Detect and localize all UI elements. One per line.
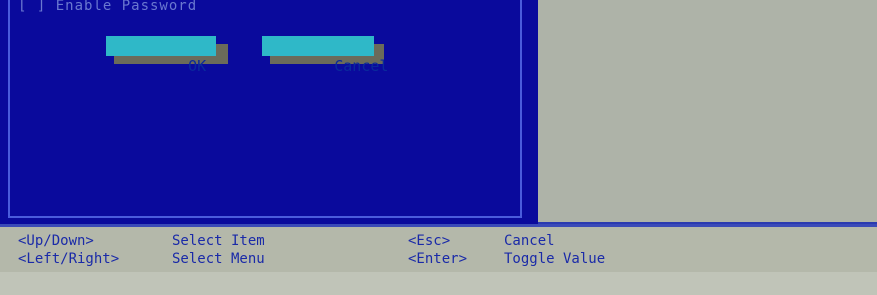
enable-password-checkbox[interactable]: [ ] Enable Password <box>18 0 197 14</box>
help-action-select-item: Select Item <box>172 233 265 249</box>
cancel-button-label: Cancel <box>334 57 389 75</box>
cancel-button[interactable]: Cancel <box>262 36 388 75</box>
ok-button-label: OK <box>188 57 207 75</box>
right-panel <box>538 0 877 224</box>
cancel-button-group: Cancel <box>262 36 388 75</box>
bios-screen: [ ] Enable Password OK Cancel <Up/Down> … <box>0 0 877 295</box>
ok-button-group: OK <box>106 36 228 75</box>
help-action-cancel: Cancel <box>504 233 555 249</box>
help-key-esc: <Esc> <box>408 233 451 249</box>
help-key-up-down: <Up/Down> <box>18 233 94 249</box>
help-action-select-menu: Select Menu <box>172 251 265 267</box>
help-key-enter: <Enter> <box>408 251 468 267</box>
ok-button[interactable]: OK <box>106 36 216 75</box>
dialog-border <box>8 0 522 218</box>
help-bar: <Up/Down> Select Item <Esc> Cancel <Left… <box>0 227 877 272</box>
help-action-toggle-value: Toggle Value <box>504 251 606 267</box>
bottom-strip <box>0 272 877 295</box>
password-dialog: [ ] Enable Password OK Cancel <box>0 0 538 226</box>
help-key-left-right: <Left/Right> <box>18 251 120 267</box>
